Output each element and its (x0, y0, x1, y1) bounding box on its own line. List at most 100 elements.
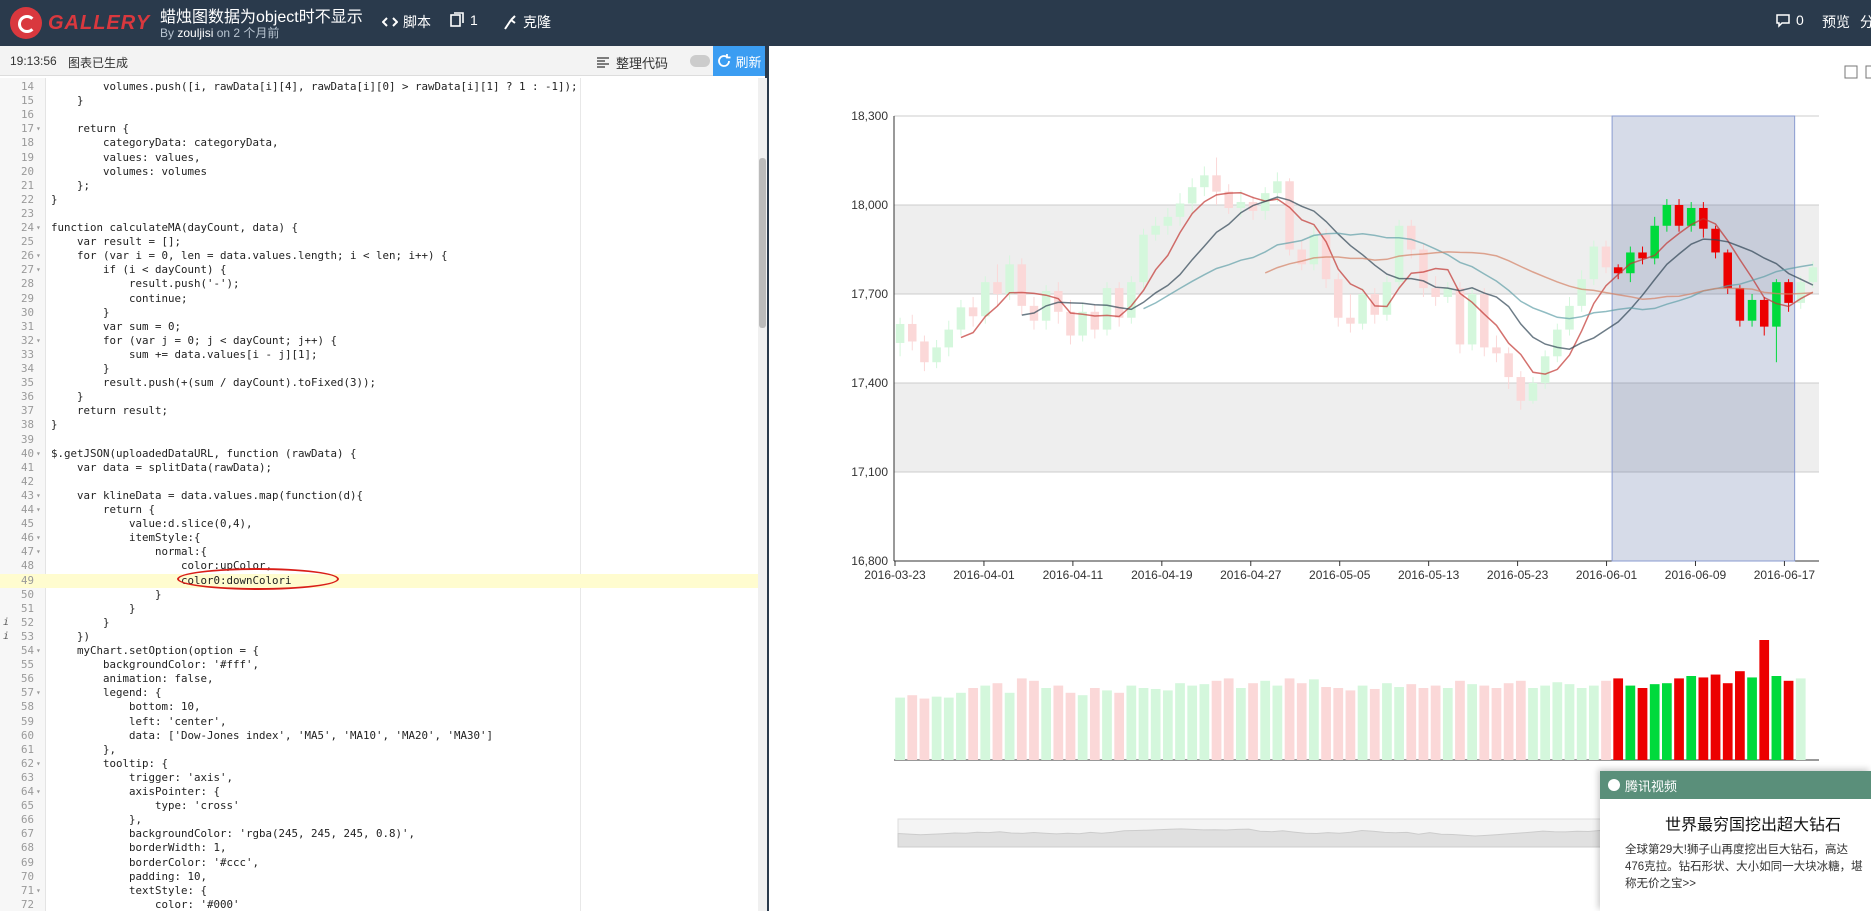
code-line[interactable]: 19 values: values, (0, 151, 758, 165)
code-line[interactable]: 44 ▾ return { (0, 503, 758, 517)
code-line[interactable]: 46 ▾ itemStyle:{ (0, 531, 758, 545)
code-line[interactable]: 21 }; (0, 179, 758, 193)
code-line[interactable]: 48 color:upColor, (0, 559, 758, 573)
code-line[interactable]: 45 value:d.slice(0,4), (0, 517, 758, 531)
code-line[interactable]: 53 i }) (0, 630, 758, 644)
editor-scroll-thumb[interactable] (759, 158, 766, 328)
code-line[interactable]: 50 } (0, 588, 758, 602)
code-line[interactable]: 32 ▾ for (var j = 0; j < dayCount; j++) { (0, 334, 758, 348)
fold-arrow-icon[interactable]: ▾ (36, 263, 41, 277)
code-line[interactable]: 41 var data = splitData(rawData); (0, 461, 758, 475)
fold-arrow-icon[interactable]: ▾ (36, 644, 41, 658)
share-button[interactable]: 分 (1860, 12, 1871, 32)
code-line[interactable]: 69 borderColor: '#ccc', (0, 856, 758, 870)
code-line[interactable]: 64 ▾ axisPointer: { (0, 785, 758, 799)
code-line[interactable]: 26 ▾ for (var i = 0, len = data.values.le… (0, 249, 758, 263)
author-link[interactable]: zouljisi (177, 26, 213, 40)
volume-bar (1053, 685, 1064, 760)
code-line[interactable]: 16 (0, 108, 758, 122)
code-editor[interactable]: 14 volumes.push([i, rawData[i][4], rawDa… (0, 78, 758, 911)
code-line[interactable]: 49 color0:downColori (0, 573, 758, 588)
code-line[interactable]: 51 } (0, 602, 758, 616)
code-line[interactable]: 65 type: 'cross' (0, 799, 758, 813)
refresh-button[interactable]: 刷新 (713, 46, 765, 76)
fold-arrow-icon[interactable]: ▾ (36, 334, 41, 348)
preview-button[interactable]: 预览 (1822, 12, 1850, 32)
code-line[interactable]: 25 var result = []; (0, 235, 758, 249)
code-line[interactable]: 34 } (0, 362, 758, 376)
popup-body[interactable]: 全球第29大!狮子山再度挖出巨大钻石，高达476克拉。钻石形状、大小如同一大块冰… (1625, 842, 1865, 893)
crop-icon[interactable] (1844, 65, 1858, 79)
code-line[interactable]: 24 ▾ function calculateMA(dayCount, data) … (0, 221, 758, 235)
fold-arrow-icon[interactable]: ▾ (36, 221, 41, 235)
code-line[interactable]: 60 data: ['Dow-Jones index', 'MA5', 'MA1… (0, 729, 758, 743)
auto-refresh-toggle[interactable] (690, 55, 710, 67)
volume-bar (1102, 690, 1112, 760)
code-line[interactable]: 71 ▾ textStyle: { (0, 884, 758, 898)
fold-arrow-icon[interactable]: ▾ (36, 531, 41, 545)
fold-arrow-icon[interactable]: ▾ (36, 249, 41, 263)
fold-arrow-icon[interactable]: ▾ (36, 686, 41, 700)
code-line[interactable]: 27 ▾ if (i < dayCount) { (0, 263, 758, 277)
format-code-button[interactable]: 整理代码 (596, 53, 668, 72)
popup-title[interactable]: 世界最穷国挖出超大钻石 (1665, 811, 1841, 835)
code-line[interactable]: 56 animation: false, (0, 672, 758, 686)
fold-arrow-icon[interactable]: ▾ (36, 503, 41, 517)
code-line[interactable]: 31 var sum = 0; (0, 320, 758, 334)
code-line[interactable]: 57 ▾ legend: { (0, 686, 758, 700)
info-icon[interactable]: i (3, 616, 9, 630)
fold-arrow-icon[interactable]: ▾ (36, 489, 41, 503)
code-line[interactable]: 20 volumes: volumes (0, 165, 758, 179)
code-line[interactable]: 38} (0, 418, 758, 432)
code-line[interactable]: 33 sum += data.values[i - j][1]; (0, 348, 758, 362)
code-line[interactable]: 70 padding: 10, (0, 870, 758, 884)
code-line[interactable]: 23 (0, 207, 758, 221)
fold-arrow-icon[interactable]: ▾ (36, 757, 41, 771)
code-line[interactable]: 30 } (0, 306, 758, 320)
comment-button[interactable]: 0 (1775, 12, 1804, 28)
candle-body (1309, 234, 1319, 265)
code-line[interactable]: 43 ▾ var klineData = data.values.map(func… (0, 489, 758, 503)
code-line[interactable]: 22} (0, 193, 758, 207)
code-line[interactable]: 66 }, (0, 813, 758, 827)
code-line[interactable]: 29 continue; (0, 292, 758, 306)
code-line[interactable]: 72 color: '#000' (0, 898, 758, 911)
code-line[interactable]: 58 bottom: 10, (0, 700, 758, 714)
fold-arrow-icon[interactable]: ▾ (36, 122, 41, 136)
news-popup[interactable]: 腾讯视频 世界最穷国挖出超大钻石 全球第29大!狮子山再度挖出巨大钻石，高达47… (1600, 771, 1871, 911)
code-line[interactable]: 42 (0, 475, 758, 489)
code-line[interactable]: 47 ▾ normal:{ (0, 545, 758, 559)
code-line[interactable]: 55 backgroundColor: '#fff', (0, 658, 758, 672)
code-line[interactable]: 39 (0, 433, 758, 447)
code-line[interactable]: 37 return result; (0, 404, 758, 418)
editor-scrollbar[interactable] (758, 78, 767, 911)
fold-arrow-icon[interactable]: ▾ (36, 545, 41, 559)
gallery-logo[interactable]: GALLERY (10, 7, 150, 39)
clone-button[interactable]: 克隆 (502, 12, 551, 32)
info-icon[interactable]: i (3, 630, 9, 644)
code-line[interactable]: 40 ▾ $.getJSON(uploadedDataURL, function (… (0, 447, 758, 461)
code-line[interactable]: 15 } (0, 94, 758, 108)
code-line[interactable]: 54 ▾ myChart.setOption(option = { (0, 644, 758, 658)
code-line[interactable]: 68 borderWidth: 1, (0, 841, 758, 855)
code-line[interactable]: 52 i } (0, 616, 758, 630)
code-line[interactable]: 18 categoryData: categoryData, (0, 136, 758, 150)
code-line[interactable]: 36 } (0, 390, 758, 404)
code-line[interactable]: 28 result.push('-'); (0, 277, 758, 291)
fold-arrow-icon[interactable]: ▾ (36, 785, 41, 799)
code-line[interactable]: 67 backgroundColor: 'rgba(245, 245, 245,… (0, 827, 758, 841)
code-line[interactable]: 14 volumes.push([i, rawData[i][4], rawDa… (0, 80, 758, 94)
code-line[interactable]: 35 result.push(+(sum / dayCount).toFixed… (0, 376, 758, 390)
candle-body (1650, 225, 1659, 259)
restore-icon[interactable] (1865, 65, 1871, 79)
volume-bar (1406, 684, 1417, 760)
fold-arrow-icon[interactable]: ▾ (36, 447, 41, 461)
fork-count-button[interactable]: 1 (449, 12, 478, 28)
code-line[interactable]: 61 }, (0, 743, 758, 757)
fold-arrow-icon[interactable]: ▾ (36, 884, 41, 898)
script-button[interactable]: 脚本 (382, 12, 431, 32)
code-line[interactable]: 63 trigger: 'axis', (0, 771, 758, 785)
code-line[interactable]: 59 left: 'center', (0, 715, 758, 729)
code-line[interactable]: 17 ▾ return { (0, 122, 758, 136)
code-line[interactable]: 62 ▾ tooltip: { (0, 757, 758, 771)
